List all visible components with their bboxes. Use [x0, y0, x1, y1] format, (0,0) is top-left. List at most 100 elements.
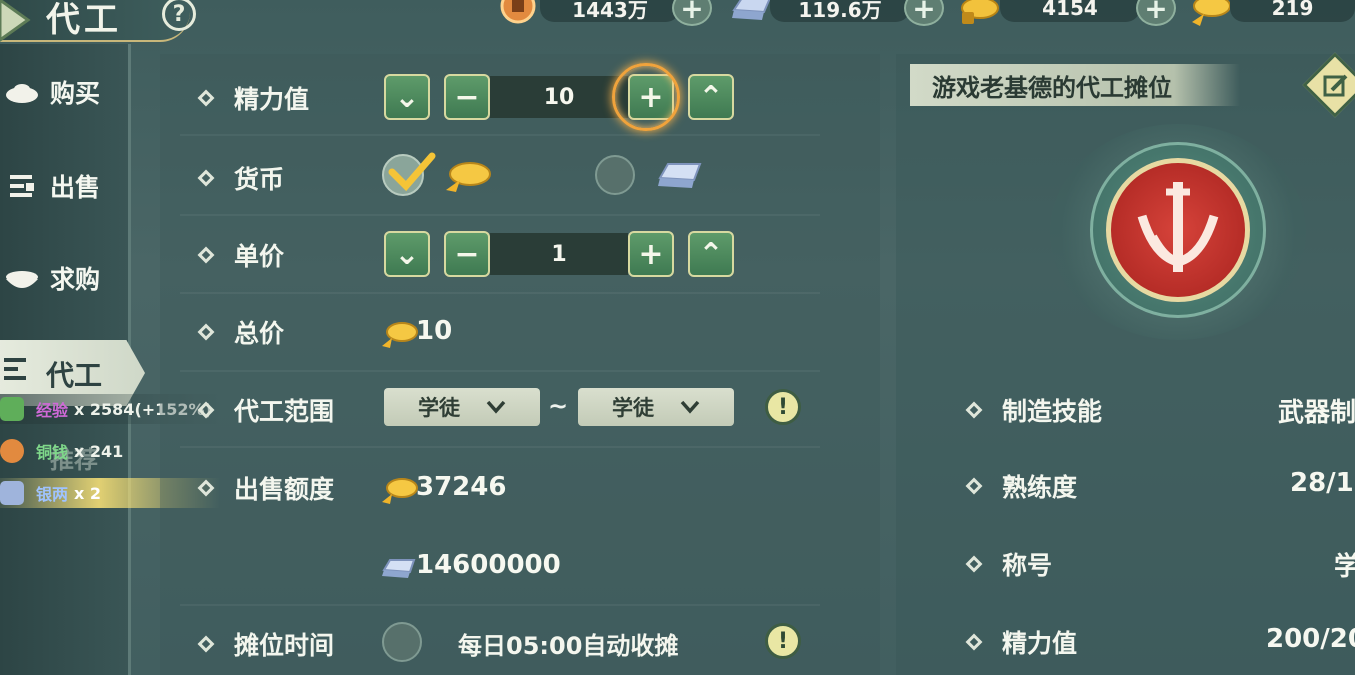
- unit-price-max-button[interactable]: ⌃: [688, 231, 734, 277]
- proficiency-label: 熟练度: [1002, 473, 1078, 502]
- total-price-row-label: 总价: [197, 314, 284, 350]
- unit-price-label: 单价: [234, 242, 285, 271]
- stall-energy-label-row: 精力值: [965, 624, 1077, 660]
- diamond-bullet-icon: [197, 89, 215, 107]
- rank-label-row: 称号: [965, 546, 1053, 582]
- skill-value: 武器制: [1278, 398, 1355, 428]
- diamond-bullet-icon: [197, 323, 215, 341]
- silver-amount: 119.6万: [770, 0, 910, 22]
- diamond-bullet-icon: [197, 401, 215, 419]
- currency-silver-radio[interactable]: [595, 155, 635, 195]
- copper-amount: 1443万: [540, 0, 680, 22]
- bound-gold-ingot-icon: [961, 0, 999, 24]
- stall-time-info-button[interactable]: !: [765, 623, 801, 659]
- add-bound-gold-button[interactable]: +: [1136, 0, 1176, 26]
- proficiency-value: 28/10: [1290, 468, 1355, 498]
- gold-ingot-icon: [382, 322, 418, 348]
- craft-form-panel: [160, 54, 880, 675]
- rank-value: 学: [1334, 552, 1355, 582]
- diamond-bullet-icon: [965, 401, 983, 419]
- gold-ingot-icon: [382, 478, 418, 504]
- unit-price-value-field[interactable]: 1: [490, 233, 628, 275]
- row-divider: [180, 370, 820, 372]
- sidebar-item-sell[interactable]: 出售: [0, 156, 130, 216]
- range-info-button[interactable]: !: [765, 389, 801, 425]
- back-arrow-icon[interactable]: [0, 0, 34, 44]
- exp-icon: [0, 397, 24, 421]
- chevron-down-icon: [486, 400, 506, 414]
- energy-value-field[interactable]: 10: [490, 76, 628, 118]
- skill-label: 制造技能: [1002, 397, 1103, 426]
- gold-ingot-icon: [1192, 0, 1230, 26]
- stall-energy-value: 200/20: [1266, 624, 1355, 654]
- row-divider: [180, 446, 820, 448]
- row-divider: [180, 292, 820, 294]
- sidebar-item-request[interactable]: 求购: [0, 248, 130, 308]
- top-bar: 代工 ? 1443万 + 119.6万 + 4154 + 219: [0, 0, 1355, 44]
- help-button[interactable]: ?: [162, 0, 196, 31]
- range-separator: ~: [548, 392, 569, 420]
- copper-coin-icon: [0, 439, 24, 463]
- diamond-bullet-icon: [197, 169, 215, 187]
- sidebar-item-label: 代工: [46, 359, 103, 392]
- range-to-value: 学徒: [612, 396, 654, 420]
- silver-ingot-icon: [382, 559, 416, 578]
- energy-min-button[interactable]: ⌄: [384, 74, 430, 120]
- energy-max-button[interactable]: ⌃: [688, 74, 734, 120]
- energy-row-label: 精力值: [197, 80, 310, 116]
- unit-price-plus-button[interactable]: +: [628, 231, 674, 277]
- unit-price-minus-button[interactable]: −: [444, 231, 490, 277]
- add-silver-button[interactable]: +: [904, 0, 944, 26]
- craft-list-icon: [4, 358, 26, 380]
- gold-amount: 219: [1230, 0, 1355, 22]
- range-from-select[interactable]: 学徒: [384, 388, 540, 426]
- ingot-icon: [6, 84, 38, 103]
- add-copper-button[interactable]: +: [672, 0, 712, 26]
- gold-quota-value: 37246: [416, 472, 507, 502]
- silver-quota-value: 14600000: [416, 550, 561, 580]
- bound-gold-amount: 4154: [1000, 0, 1140, 22]
- sidebar-item-label: 购买: [50, 79, 101, 108]
- weapon-craft-emblem-icon: [1137, 182, 1219, 272]
- sidebar-item-buy[interactable]: 购买: [0, 62, 130, 122]
- page-title: 代工: [46, 0, 122, 40]
- auto-close-text: 每日05:00自动收摊: [458, 632, 679, 660]
- proficiency-label-row: 熟练度: [965, 468, 1078, 504]
- diamond-bullet-icon: [965, 477, 983, 495]
- range-from-value: 学徒: [418, 396, 460, 420]
- total-price-value: 10: [416, 316, 453, 346]
- checkmark-icon: [388, 152, 436, 192]
- proficiency-value-clip: 28/10: [1100, 466, 1355, 506]
- stall-title: 游戏老基德的代工摊位: [932, 73, 1172, 102]
- rank-label: 称号: [1002, 551, 1053, 580]
- silver-ingot-icon: [732, 0, 770, 20]
- diamond-bullet-icon: [965, 555, 983, 573]
- reward-detail: x 2: [74, 483, 102, 503]
- energy-label: 精力值: [234, 85, 310, 114]
- stall-time-row-label: 摊位时间: [197, 626, 335, 662]
- reward-detail: x 241: [74, 441, 124, 461]
- sidebar-item-label: 出售: [50, 173, 101, 202]
- unit-price-min-button[interactable]: ⌄: [384, 231, 430, 277]
- energy-minus-button[interactable]: −: [444, 74, 490, 120]
- gold-ingot-icon: [446, 162, 491, 192]
- range-row-label: 代工范围: [197, 392, 335, 428]
- diamond-bullet-icon: [197, 246, 215, 264]
- stall-time-label: 摊位时间: [234, 631, 335, 660]
- silver-ingot-icon: [658, 163, 702, 188]
- rank-value-clip: 学: [1100, 544, 1355, 584]
- silver-ingot-icon: [0, 481, 24, 505]
- reward-copper: 铜钱 x 241: [0, 436, 160, 466]
- auto-close-radio[interactable]: [382, 622, 422, 662]
- sell-list-icon: [10, 175, 34, 197]
- row-divider: [180, 604, 820, 606]
- reward-name: 银两: [36, 485, 69, 504]
- tap-highlight-ring: [612, 63, 680, 131]
- currency-label: 货币: [234, 165, 285, 194]
- range-to-select[interactable]: 学徒: [578, 388, 734, 426]
- diamond-bullet-icon: [197, 635, 215, 653]
- copper-coin-icon: [500, 0, 536, 24]
- range-label: 代工范围: [234, 397, 335, 426]
- skill-label-row: 制造技能: [965, 392, 1103, 428]
- sidebar-item-label: 求购: [50, 265, 101, 294]
